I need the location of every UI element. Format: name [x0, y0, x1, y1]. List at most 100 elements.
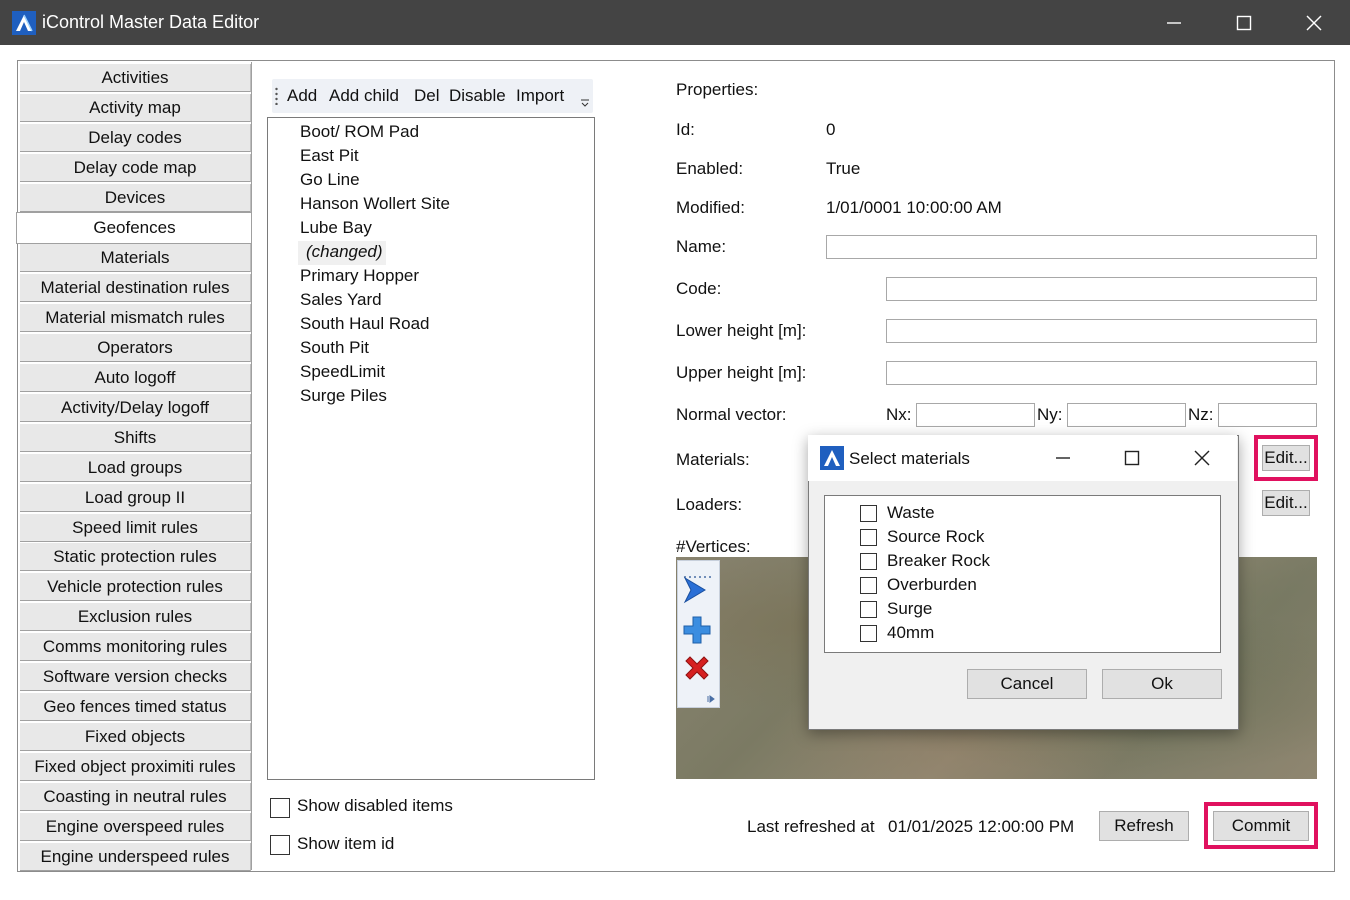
lower-height-label: Lower height [m]: [676, 321, 807, 340]
material-checkbox[interactable] [860, 601, 877, 618]
refresh-button[interactable]: Refresh [1099, 811, 1189, 841]
dialog-maximize-button[interactable] [1097, 435, 1167, 481]
list-item[interactable]: Boot/ ROM Pad [300, 122, 419, 142]
list-item-selected[interactable]: (changed) [306, 242, 383, 262]
properties-header: Properties: [676, 80, 759, 99]
nav-item-comms-monitoring-rules[interactable]: Comms monitoring rules [20, 633, 251, 661]
id-value: 0 [826, 120, 836, 139]
list-item[interactable]: South Haul Road [300, 314, 429, 334]
toolbox-expand-icon[interactable] [707, 695, 715, 705]
material-label: 40mm [887, 623, 935, 642]
nav-item-fixed-objects[interactable]: Fixed objects [20, 723, 251, 751]
show-item-id-checkbox[interactable] [270, 835, 290, 855]
dialog-close-button[interactable] [1167, 435, 1237, 481]
nav-item-activities[interactable]: Activities [20, 64, 251, 92]
commit-button[interactable]: Commit [1213, 811, 1309, 841]
list-item[interactable]: Surge Piles [300, 386, 387, 406]
material-checkbox[interactable] [860, 625, 877, 642]
list-item[interactable]: Primary Hopper [300, 266, 419, 286]
maximize-icon [1124, 450, 1140, 466]
list-item[interactable]: Hanson Wollert Site [300, 194, 450, 214]
enabled-label: Enabled: [676, 159, 744, 178]
toolbar-grip-icon[interactable] [275, 87, 278, 106]
import-button[interactable]: Import [516, 86, 564, 106]
upper-height-field[interactable] [886, 361, 1317, 385]
nav-item-activity-map[interactable]: Activity map [20, 94, 251, 122]
nav-item-engine-overspeed-rules[interactable]: Engine overspeed rules [20, 813, 251, 841]
minimize-icon [1167, 21, 1181, 24]
material-checkbox[interactable] [860, 505, 877, 522]
add-vertex-icon[interactable] [682, 615, 712, 650]
add-child-button[interactable]: Add child [329, 86, 399, 106]
maximize-button[interactable] [1209, 0, 1279, 45]
nav-item-software-version-checks[interactable]: Software version checks [20, 663, 251, 691]
nav-item-load-group-ii[interactable]: Load group II [20, 484, 251, 512]
list-item[interactable]: Lube Bay [300, 218, 372, 238]
material-checkbox[interactable] [860, 553, 877, 570]
close-icon [1306, 15, 1322, 30]
nav-item-operators[interactable]: Operators [20, 334, 251, 362]
last-refreshed-label: Last refreshed at [747, 817, 875, 836]
list-item[interactable]: East Pit [300, 146, 359, 166]
nav-item-geofences[interactable]: Geofences [16, 212, 252, 244]
nav-item-coasting-in-neutral-rules[interactable]: Coasting in neutral rules [20, 783, 251, 811]
nav-item-speed-limit-rules[interactable]: Speed limit rules [20, 514, 251, 542]
lower-height-field[interactable] [886, 319, 1317, 343]
nav-item-material-destination-rules[interactable]: Material destination rules [20, 274, 251, 302]
last-refreshed-value: 01/01/2025 12:00:00 PM [888, 817, 1075, 836]
name-field[interactable] [826, 235, 1317, 259]
close-button[interactable] [1279, 0, 1349, 45]
loaders-edit-button[interactable]: Edit... [1262, 490, 1310, 516]
nav-item-geo-fences-timed-status[interactable]: Geo fences timed status [20, 693, 251, 721]
nav-item-exclusion-rules[interactable]: Exclusion rules [20, 603, 251, 631]
nav-item-devices[interactable]: Devices [20, 184, 251, 212]
list-item[interactable]: Sales Yard [300, 290, 382, 310]
nav-item-delay-code-map[interactable]: Delay code map [20, 154, 251, 182]
disable-button[interactable]: Disable [449, 86, 506, 106]
code-label: Code: [676, 279, 722, 298]
delete-vertex-icon[interactable] [682, 653, 712, 688]
maximize-icon [1236, 15, 1252, 30]
code-field[interactable] [886, 277, 1317, 301]
list-item[interactable]: South Pit [300, 338, 369, 358]
nav-item-material-mismatch-rules[interactable]: Material mismatch rules [20, 304, 251, 332]
modified-label: Modified: [676, 198, 745, 217]
nav-item-vehicle-protection-rules[interactable]: Vehicle protection rules [20, 573, 251, 601]
nav-item-engine-underspeed-rules[interactable]: Engine underspeed rules [20, 843, 251, 871]
material-label: Surge [887, 599, 933, 618]
show-disabled-checkbox[interactable] [270, 798, 290, 818]
nav-item-load-groups[interactable]: Load groups [20, 454, 251, 482]
vertices-label: #Vertices: [676, 537, 751, 556]
materials-edit-button[interactable]: Edit... [1262, 445, 1310, 471]
material-label: Source Rock [887, 527, 985, 546]
delete-button[interactable]: Del [414, 86, 440, 106]
minimize-button[interactable] [1139, 0, 1209, 45]
dialog-ok-button[interactable]: Ok [1102, 669, 1222, 699]
loaders-label: Loaders: [676, 495, 743, 514]
toolbar-overflow-icon[interactable] [580, 98, 590, 111]
nav-item-shifts[interactable]: Shifts [20, 424, 251, 452]
material-label: Breaker Rock [887, 551, 990, 570]
material-label: Waste [887, 503, 935, 522]
nx-field[interactable] [916, 403, 1035, 427]
geofence-list[interactable] [267, 117, 595, 780]
nav-item-auto-logoff[interactable]: Auto logoff [20, 364, 251, 392]
nav-item-delay-codes[interactable]: Delay codes [20, 124, 251, 152]
enabled-value: True [826, 159, 861, 178]
nav-item-fixed-object-proximiti-rules[interactable]: Fixed object proximiti rules [20, 753, 251, 781]
material-checkbox[interactable] [860, 577, 877, 594]
nav-item-static-protection-rules[interactable]: Static protection rules [20, 543, 251, 571]
dialog-cancel-button[interactable]: Cancel [967, 669, 1087, 699]
list-item[interactable]: Go Line [300, 170, 360, 190]
nz-field[interactable] [1218, 403, 1317, 427]
nx-label: Nx: [886, 405, 912, 424]
list-item[interactable]: SpeedLimit [300, 362, 385, 382]
nav-separator [251, 62, 252, 870]
nav-item-activity-delay-logoff[interactable]: Activity/Delay logoff [20, 394, 251, 422]
material-checkbox[interactable] [860, 529, 877, 546]
add-button[interactable]: Add [287, 86, 317, 106]
ny-field[interactable] [1067, 403, 1186, 427]
dialog-minimize-button[interactable] [1028, 435, 1098, 481]
nav-item-materials[interactable]: Materials [20, 244, 251, 272]
select-pointer-icon[interactable] [682, 576, 708, 609]
